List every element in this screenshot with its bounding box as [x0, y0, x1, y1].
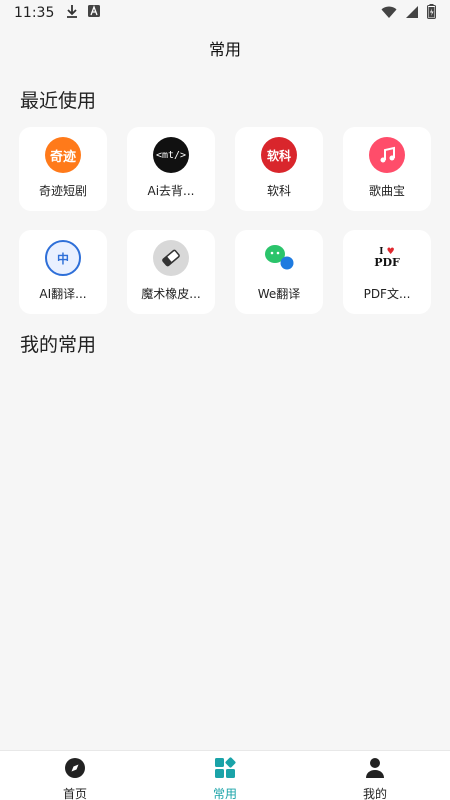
app-label: 奇迹短剧 [38, 184, 87, 198]
person-icon [364, 757, 386, 783]
nav-label-mine: 我的 [362, 787, 387, 800]
page-title: 常用 [208, 40, 241, 59]
a-box-icon [88, 5, 101, 21]
app-label: PDF文... [363, 287, 411, 301]
eraser-icon [153, 240, 189, 276]
app-label: Ai去背... [147, 184, 195, 198]
download-icon [66, 4, 78, 22]
compass-icon [64, 757, 86, 783]
app-label: We翻译 [257, 287, 301, 301]
nav-item-mine[interactable]: 我的 [300, 751, 450, 800]
ruanke-icon: 软科 [261, 137, 297, 173]
status-bar: 11:35 [0, 0, 450, 26]
app-card-gequbao[interactable]: 歌曲宝 [343, 127, 431, 211]
bottom-nav: 首页 常用 我的 [0, 750, 450, 800]
app-card-ai-bg-removal[interactable]: <mt/> Ai去背... [127, 127, 215, 211]
nav-item-home[interactable]: 首页 [0, 751, 150, 800]
nav-label-common: 常用 [212, 787, 237, 800]
app-label: AI翻译... [39, 287, 87, 301]
app-label: 魔术橡皮... [141, 287, 201, 301]
wifi-icon [381, 5, 397, 23]
pdf-icon: I ♥ PDF [369, 240, 405, 276]
app-label: 歌曲宝 [368, 184, 405, 198]
app-card-ruanke[interactable]: 软科 软科 [235, 127, 323, 211]
favorites-section-title: 我的常用 [20, 334, 97, 356]
signal-icon [405, 5, 419, 23]
app-card-magic-eraser[interactable]: 魔术橡皮... [127, 230, 215, 314]
music-note-icon [369, 137, 405, 173]
app-card-pdf[interactable]: I ♥ PDF PDF文... [343, 230, 431, 314]
mt-icon: <mt/> [153, 137, 189, 173]
app-label: 软科 [266, 184, 291, 198]
qiji-icon: 奇迹 [45, 137, 81, 173]
nav-label-home: 首页 [62, 787, 87, 800]
nav-item-common[interactable]: 常用 [150, 751, 300, 800]
battery-icon [427, 4, 436, 23]
app-card-qiji[interactable]: 奇迹 奇迹短剧 [19, 127, 107, 211]
recent-section-title: 最近使用 [20, 90, 97, 112]
we-translate-icon [261, 240, 297, 276]
ai-translate-icon: 中 [45, 240, 81, 276]
app-card-we-translate[interactable]: We翻译 [235, 230, 323, 314]
apps-icon [214, 757, 236, 783]
status-time: 11:35 [14, 5, 55, 21]
app-card-ai-translate[interactable]: 中 AI翻译... [19, 230, 107, 314]
